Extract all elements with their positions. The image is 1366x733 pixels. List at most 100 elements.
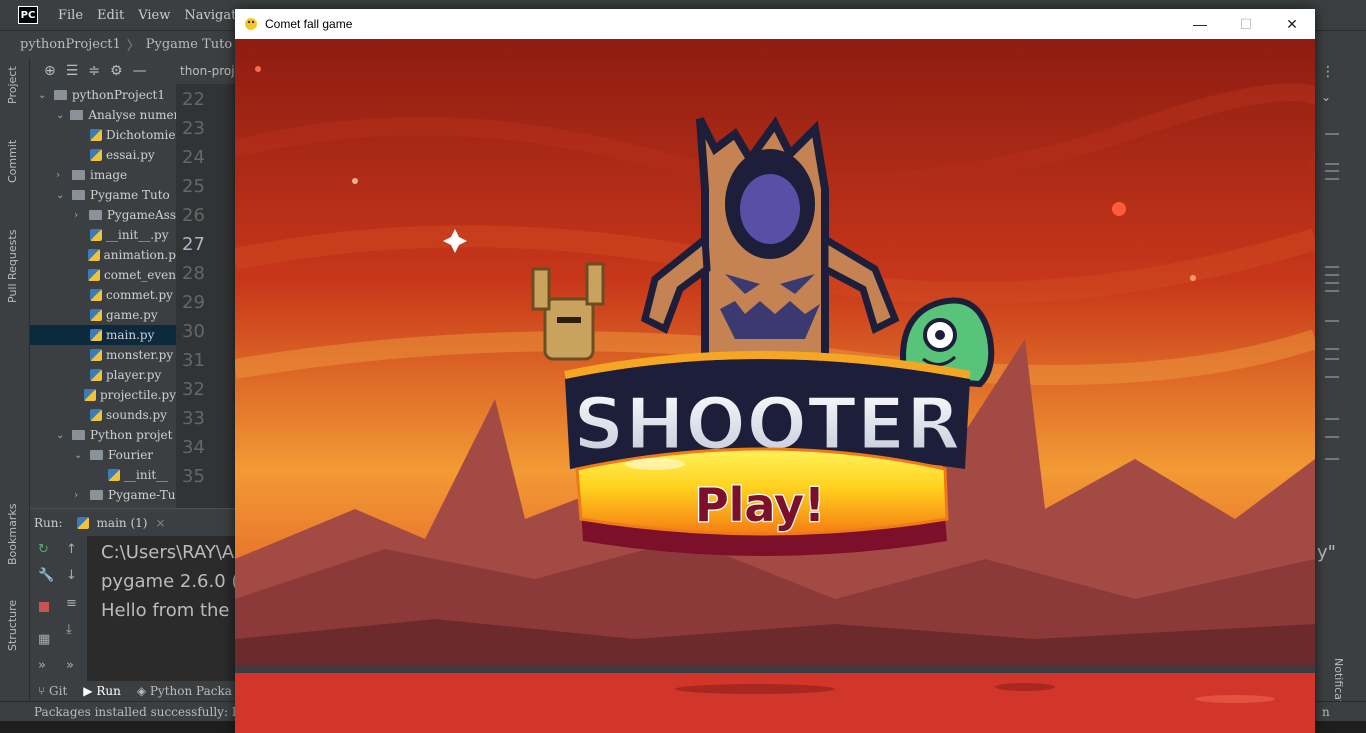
tab-run-label: Run	[96, 684, 121, 698]
chevron-down-icon[interactable]: ⌄	[1321, 90, 1331, 104]
tree-file[interactable]: comet_even	[30, 265, 176, 285]
game-canvas[interactable]: SHOOTER Play!	[235, 39, 1315, 733]
rerun-icon[interactable]: ↻	[38, 542, 49, 557]
folder-icon	[90, 490, 103, 500]
tree-file[interactable]: sounds.py	[30, 405, 176, 425]
comet-glow	[1112, 202, 1126, 216]
line-number: 28	[182, 263, 205, 284]
tree-file[interactable]: __init__.py	[30, 225, 176, 245]
tab-git[interactable]: ⑂ Git	[38, 684, 67, 698]
play-button-label: Play!	[695, 478, 825, 532]
collapse-all-icon[interactable]: ≑	[88, 63, 100, 79]
arrow-up-icon[interactable]: ↑	[66, 542, 77, 557]
python-file-icon	[88, 269, 101, 281]
tab-project[interactable]: Project	[6, 66, 19, 104]
tab-pull-requests[interactable]: Pull Requests	[6, 230, 19, 303]
tree-file[interactable]: monster.py	[30, 345, 176, 365]
menu-file[interactable]: File	[58, 8, 83, 23]
layout-icon[interactable]: ▦	[38, 632, 50, 647]
tree-file[interactable]: Dichotomie	[30, 125, 176, 145]
more-options-icon[interactable]: ⋮	[1321, 64, 1335, 80]
tree-file[interactable]: main.py	[30, 325, 176, 345]
menu-view[interactable]: View	[138, 8, 170, 23]
tree-folder[interactable]: ⌄ Fourier	[30, 445, 176, 465]
tab-bookmarks[interactable]: Bookmarks	[6, 504, 19, 565]
chevron-down-icon[interactable]: ⌄	[56, 190, 66, 201]
tree-file[interactable]: player.py	[30, 365, 176, 385]
tree-item-label: projectile.py	[99, 388, 176, 402]
arrow-down-icon[interactable]: ↓	[66, 568, 77, 583]
gear-icon[interactable]: ⚙	[110, 63, 123, 79]
chevron-right-icon[interactable]: ›	[56, 170, 66, 181]
tree-item-label: main.py	[106, 328, 155, 342]
star	[1190, 275, 1196, 281]
tree-folder[interactable]: › PygameAss	[30, 205, 176, 225]
python-file-icon	[90, 329, 102, 341]
status-right: n	[1322, 704, 1330, 719]
tree-folder[interactable]: › image	[30, 165, 176, 185]
stop-icon[interactable]	[39, 602, 49, 612]
tree-file[interactable]: projectile.py	[30, 385, 176, 405]
tree-item-label: sounds.py	[106, 408, 167, 422]
tree-item-label: Fourier	[108, 448, 154, 462]
line-number: 26	[182, 205, 205, 226]
tree-item-label: player.py	[106, 368, 162, 382]
tab-python-packages[interactable]: ◈ Python Packa	[137, 684, 232, 698]
wrench-icon[interactable]: 🔧	[38, 568, 54, 583]
close-icon[interactable]: ×	[155, 516, 165, 530]
tree-item-label: commet.py	[106, 288, 173, 302]
scroll-to-end-icon[interactable]: ⤓	[66, 622, 72, 637]
more-icon[interactable]: »	[38, 658, 46, 673]
tab-python-packages-label: Python Packa	[149, 684, 232, 698]
menu-edit[interactable]: Edit	[97, 8, 124, 23]
run-toolbar: ↻ ↑ 🔧 ↓ ≡ ▦ ⤓ » »	[30, 536, 87, 681]
chevron-right-icon[interactable]: ›	[74, 210, 83, 221]
tree-folder[interactable]: ⌄ Pygame Tuto	[30, 185, 176, 205]
locate-icon[interactable]: ⊕	[44, 63, 56, 79]
tree-folder[interactable]: ⌄ Analyse numer	[30, 105, 176, 125]
tree-folder[interactable]: › Pygame-Tu	[30, 485, 176, 505]
tree-item-label: Python projet	[90, 428, 173, 442]
python-file-icon	[90, 309, 102, 321]
close-button[interactable]: ✕	[1269, 9, 1315, 39]
minimize-button[interactable]: —	[1177, 9, 1223, 39]
chevron-right-icon: 〉	[126, 39, 140, 54]
python-file-icon	[90, 409, 102, 421]
tab-structure[interactable]: Structure	[6, 600, 19, 651]
play-button[interactable]: Play!	[575, 447, 949, 556]
chevron-right-icon[interactable]: ›	[74, 490, 84, 501]
soft-wrap-icon[interactable]: ≡	[66, 596, 77, 611]
folder-icon	[70, 110, 84, 120]
status-message[interactable]: Packages installed successfully: I	[34, 705, 237, 719]
editor-tab[interactable]: thon-proje	[176, 58, 235, 84]
tree-file[interactable]: essai.py	[30, 145, 176, 165]
chevron-down-icon[interactable]: ⌄	[56, 430, 66, 441]
breadcrumb-project[interactable]: pythonProject1	[20, 37, 121, 52]
expand-all-icon[interactable]: ☰	[66, 63, 79, 79]
tree-folder[interactable]: ⌄ pythonProject1	[30, 85, 176, 105]
python-file-icon	[76, 516, 89, 529]
folder-icon	[72, 190, 85, 200]
tree-file[interactable]: animation.p	[30, 245, 176, 265]
console-output[interactable]: C:\Users\RAY\A pygame 2.6.0 (S Hello fro…	[87, 536, 235, 681]
breadcrumb-folder[interactable]: Pygame Tuto	[146, 37, 232, 52]
tab-run[interactable]: ▶ Run	[83, 684, 121, 698]
folder-icon	[72, 170, 85, 180]
tree-item-label: Pygame Tuto	[90, 188, 170, 202]
star	[352, 178, 358, 184]
chevron-down-icon[interactable]: ⌄	[56, 110, 64, 121]
tree-item-label: comet_even	[104, 268, 176, 282]
tab-git-label: Git	[49, 684, 68, 698]
chevron-down-icon[interactable]: ⌄	[38, 90, 48, 101]
tab-commit[interactable]: Commit	[6, 140, 19, 183]
tree-folder[interactable]: ⌄ Python projet	[30, 425, 176, 445]
maximize-button[interactable]: ☐	[1223, 9, 1269, 39]
tree-file[interactable]: commet.py	[30, 285, 176, 305]
line-number: 29	[182, 292, 205, 313]
chevron-down-icon[interactable]: ⌄	[74, 450, 84, 461]
run-tab-main[interactable]: main (1) ×	[76, 516, 166, 530]
tree-file[interactable]: __init__	[30, 465, 176, 485]
tree-file[interactable]: game.py	[30, 305, 176, 325]
more-icon[interactable]: »	[66, 658, 74, 673]
hide-icon[interactable]: —	[133, 63, 147, 79]
